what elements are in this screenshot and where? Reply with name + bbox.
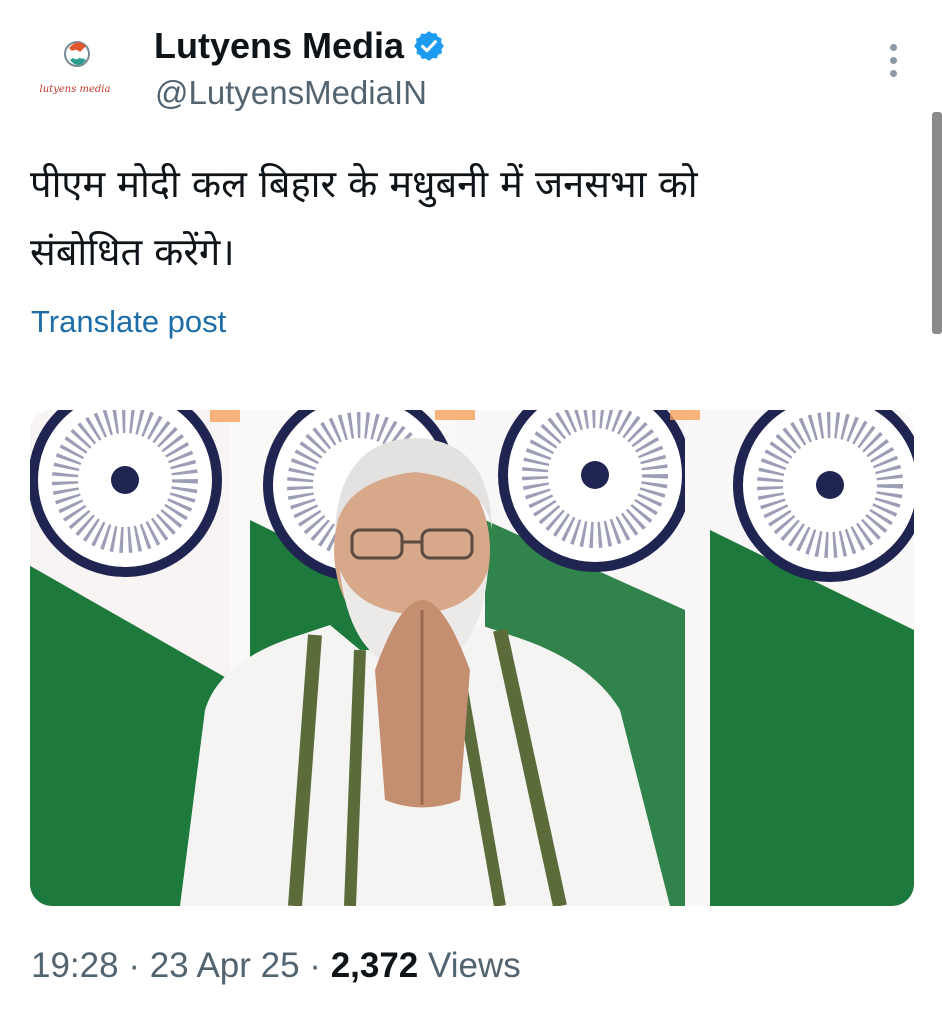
display-name[interactable]: Lutyens Media xyxy=(154,25,404,67)
post-date[interactable]: 23 Apr 25 xyxy=(150,946,300,985)
verified-badge-icon xyxy=(412,29,446,63)
avatar-caption: lutyens media xyxy=(39,84,111,95)
scrollbar[interactable] xyxy=(932,112,942,334)
more-options-icon[interactable] xyxy=(880,40,906,86)
post-image[interactable] xyxy=(30,410,914,906)
author-name-row[interactable]: Lutyens Media xyxy=(154,24,446,68)
meta-separator: · xyxy=(128,946,140,985)
meta-separator: · xyxy=(309,946,321,985)
author-handle[interactable]: @LutyensMediaIN xyxy=(155,74,427,112)
views-count[interactable]: 2,372 xyxy=(331,946,419,985)
translate-post-link[interactable]: Translate post xyxy=(31,304,226,340)
post-time[interactable]: 19:28 xyxy=(31,946,119,985)
post-metadata: 19:28 · 23 Apr 25 · 2,372 Views xyxy=(31,946,521,986)
views-label: Views xyxy=(428,946,521,985)
flag-banner-4 xyxy=(685,410,914,906)
avatar[interactable]: lutyens media xyxy=(22,30,128,136)
post-text: पीएम मोदी कल बिहार के मधुबनी में जनसभा क… xyxy=(30,162,698,274)
